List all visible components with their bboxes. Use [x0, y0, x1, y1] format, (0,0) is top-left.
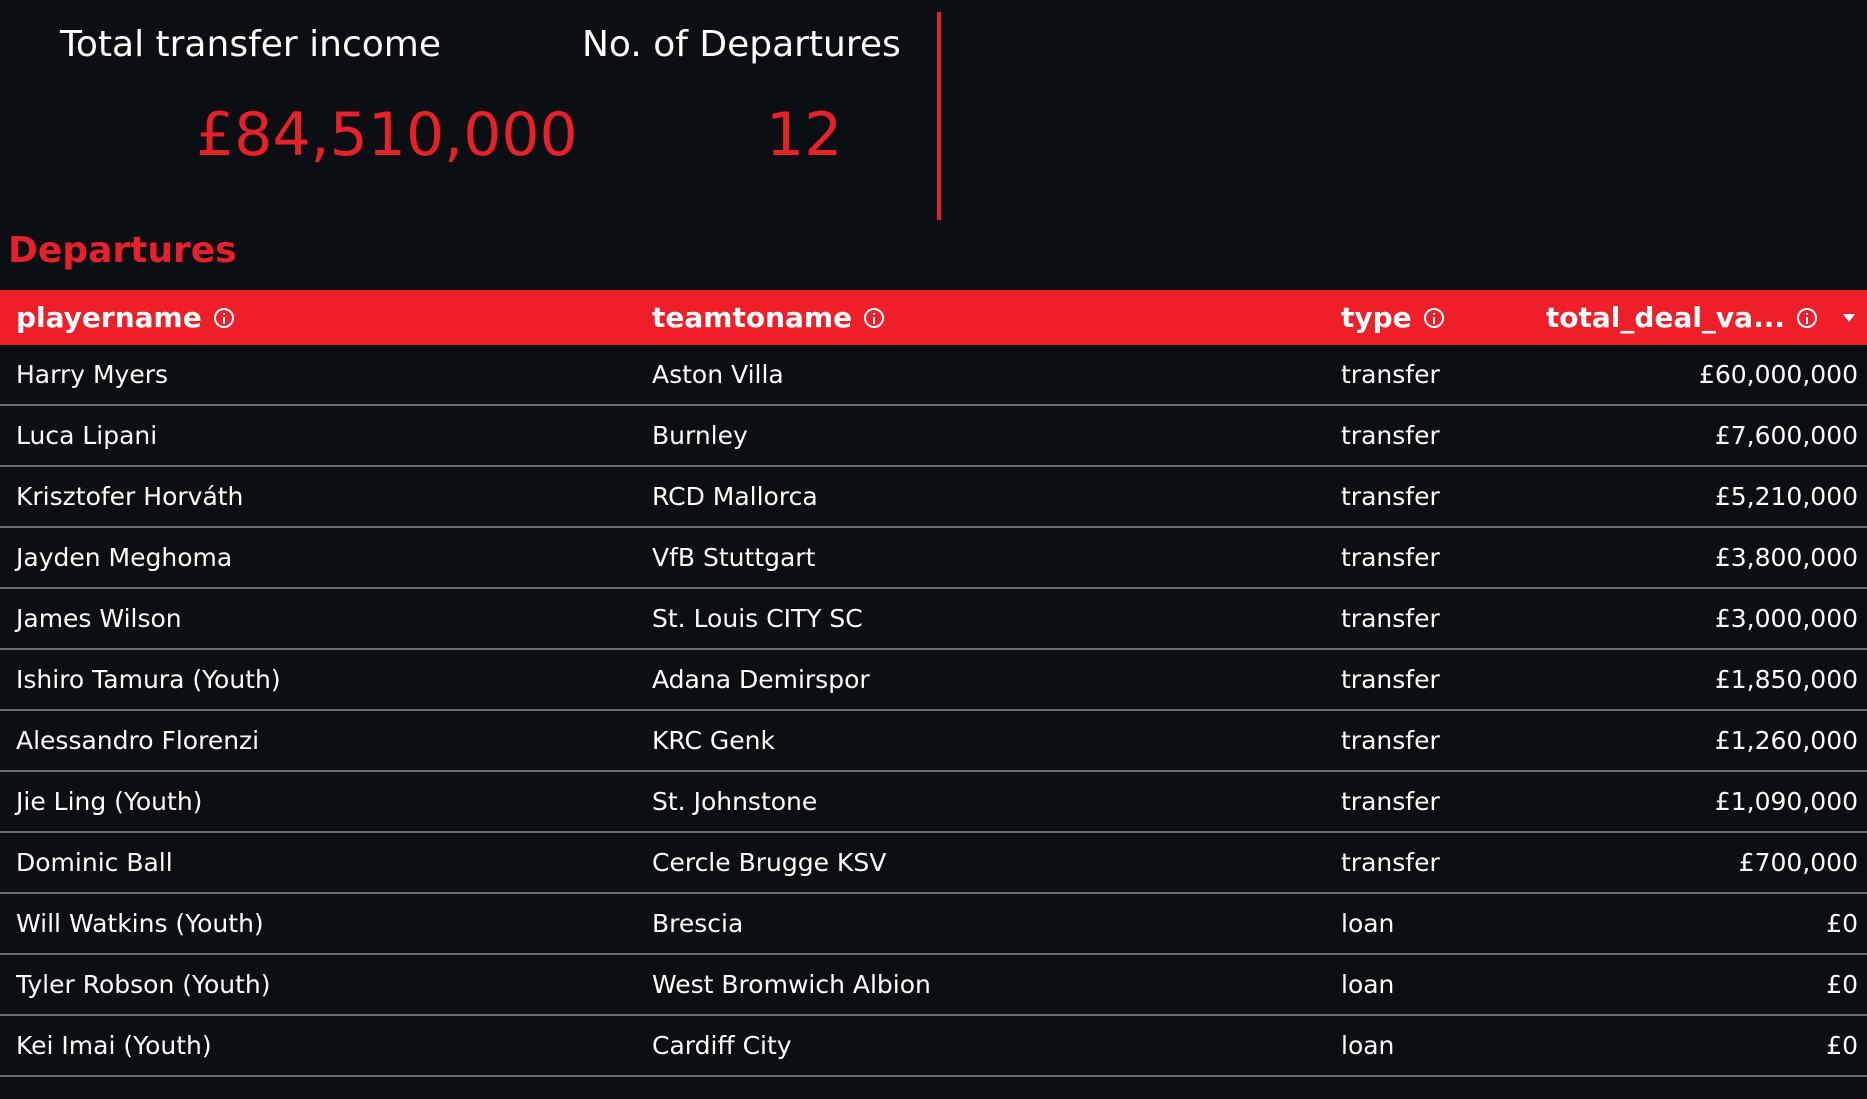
cell-playername: Alessandro Florenzi — [16, 726, 260, 755]
cell-teamtoname: VfB Stuttgart — [652, 543, 816, 572]
cell-total-deal-value: £0 — [1826, 1031, 1858, 1060]
cell-type: transfer — [1341, 726, 1440, 755]
table-row[interactable]: Ishiro Tamura (Youth) Adana Demirspor tr… — [0, 650, 1867, 711]
column-header-label: teamtoname — [652, 301, 853, 334]
cell-playername: Krisztofer Horváth — [16, 482, 244, 511]
cell-teamtoname: Burnley — [652, 421, 748, 450]
cell-type: loan — [1341, 1031, 1395, 1060]
cell-type: transfer — [1341, 787, 1440, 816]
cell-teamtoname: St. Johnstone — [652, 787, 818, 816]
cell-type: transfer — [1341, 421, 1440, 450]
cell-type: transfer — [1341, 604, 1440, 633]
cell-teamtoname: St. Louis CITY SC — [652, 604, 863, 633]
cell-total-deal-value: £7,600,000 — [1714, 421, 1858, 450]
sort-descending-icon[interactable] — [1843, 313, 1855, 322]
cell-total-deal-value: £3,800,000 — [1714, 543, 1858, 572]
table-row[interactable]: Harry Myers Aston Villa transfer £60,000… — [0, 345, 1867, 406]
cell-total-deal-value: £0 — [1826, 909, 1858, 938]
cell-type: transfer — [1341, 848, 1440, 877]
cell-playername: Jayden Meghoma — [16, 543, 233, 572]
cell-total-deal-value: £1,260,000 — [1714, 726, 1858, 755]
column-header-total-deal-value[interactable]: total_deal_va... — [1546, 290, 1855, 345]
scorecard-value: £84,510,000 — [196, 100, 578, 170]
table-row[interactable]: Tyler Robson (Youth) West Bromwich Albio… — [0, 955, 1867, 1016]
cell-playername: Luca Lipani — [16, 421, 158, 450]
column-header-playername[interactable]: playername — [16, 290, 234, 345]
cell-teamtoname: Aston Villa — [652, 360, 784, 389]
cell-total-deal-value: £1,090,000 — [1714, 787, 1858, 816]
cell-playername: Kei Imai (Youth) — [16, 1031, 212, 1060]
cell-total-deal-value: £0 — [1826, 970, 1858, 999]
info-icon[interactable] — [213, 307, 234, 328]
cell-type: loan — [1341, 909, 1395, 938]
cell-total-deal-value: £700,000 — [1738, 848, 1858, 877]
column-header-label: type — [1341, 301, 1412, 334]
cell-playername: Will Watkins (Youth) — [16, 909, 264, 938]
table-row[interactable]: Kei Imai (Youth) Cardiff City loan £0 — [0, 1016, 1867, 1077]
cell-playername: Harry Myers — [16, 360, 169, 389]
vertical-divider — [937, 12, 941, 220]
cell-playername: Ishiro Tamura (Youth) — [16, 665, 281, 694]
table-row[interactable]: James Wilson St. Louis CITY SC transfer … — [0, 589, 1867, 650]
cell-teamtoname: Cercle Brugge KSV — [652, 848, 887, 877]
cell-playername: Dominic Ball — [16, 848, 173, 877]
cell-total-deal-value: £5,210,000 — [1714, 482, 1858, 511]
table-row[interactable]: Will Watkins (Youth) Brescia loan £0 — [0, 894, 1867, 955]
cell-teamtoname: West Bromwich Albion — [652, 970, 931, 999]
cell-total-deal-value: £3,000,000 — [1714, 604, 1858, 633]
cell-playername: Jie Ling (Youth) — [16, 787, 203, 816]
table-body: Harry Myers Aston Villa transfer £60,000… — [0, 345, 1867, 1077]
table-row[interactable]: Krisztofer Horváth RCD Mallorca transfer… — [0, 467, 1867, 528]
cell-playername: James Wilson — [16, 604, 182, 633]
cell-teamtoname: RCD Mallorca — [652, 482, 818, 511]
cell-type: loan — [1341, 970, 1395, 999]
table-header: playername teamtoname type total_deal_va… — [0, 290, 1867, 345]
cell-total-deal-value: £60,000,000 — [1698, 360, 1858, 389]
info-icon[interactable] — [1797, 307, 1817, 328]
section-title: Departures — [8, 230, 237, 271]
column-header-teamtoname[interactable]: teamtoname — [652, 290, 885, 345]
table-row[interactable]: Alessandro Florenzi KRC Genk transfer £1… — [0, 711, 1867, 772]
table-row[interactable]: Luca Lipani Burnley transfer £7,600,000 — [0, 406, 1867, 467]
table-row[interactable]: Jayden Meghoma VfB Stuttgart transfer £3… — [0, 528, 1867, 589]
cell-playername: Tyler Robson (Youth) — [16, 970, 271, 999]
cell-teamtoname: Adana Demirspor — [652, 665, 870, 694]
table-row[interactable]: Jie Ling (Youth) St. Johnstone transfer … — [0, 772, 1867, 833]
cell-type: transfer — [1341, 665, 1440, 694]
departures-table: playername teamtoname type total_deal_va… — [0, 290, 1867, 1077]
cell-total-deal-value: £1,850,000 — [1714, 665, 1858, 694]
scorecard-label: No. of Departures — [582, 24, 901, 65]
info-icon[interactable] — [864, 307, 885, 328]
info-icon[interactable] — [1423, 307, 1444, 328]
column-header-label: total_deal_va... — [1545, 301, 1785, 334]
column-header-label: playername — [16, 301, 202, 334]
column-header-type[interactable]: type — [1341, 290, 1444, 345]
cell-type: transfer — [1341, 482, 1440, 511]
scorecard-value: 12 — [766, 100, 843, 170]
cell-teamtoname: Brescia — [652, 909, 744, 938]
cell-type: transfer — [1341, 360, 1440, 389]
scorecard-label: Total transfer income — [60, 24, 441, 65]
cell-teamtoname: KRC Genk — [652, 726, 775, 755]
cell-type: transfer — [1341, 543, 1440, 572]
cell-teamtoname: Cardiff City — [652, 1031, 792, 1060]
table-row[interactable]: Dominic Ball Cercle Brugge KSV transfer … — [0, 833, 1867, 894]
